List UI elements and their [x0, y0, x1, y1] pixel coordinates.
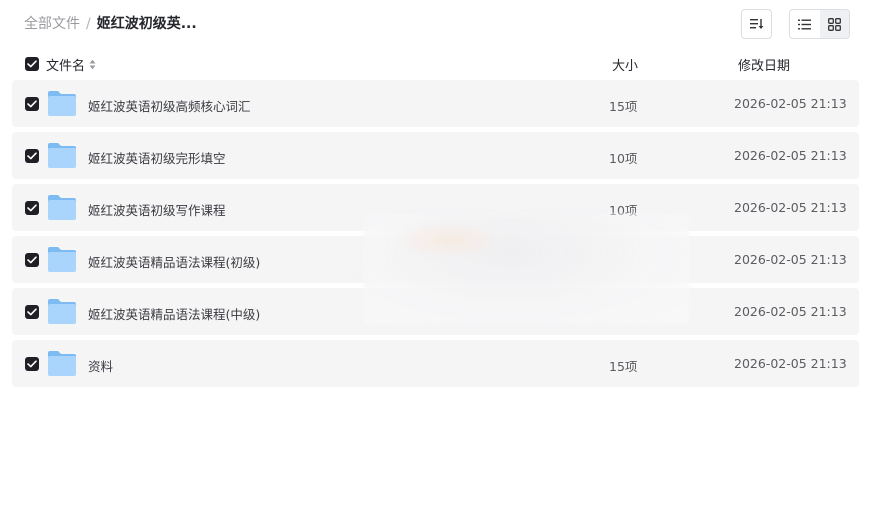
row-checkbox[interactable]	[25, 97, 39, 111]
file-date: 2026-02-05 21:13	[734, 148, 847, 163]
row-checkbox[interactable]	[25, 201, 39, 215]
row-checkbox[interactable]	[25, 149, 39, 163]
checkmark-icon	[27, 60, 37, 68]
file-browser: 全部文件 / 姬红波初级英... 文件名 大小 修改日期 姬红波英语初级高频核心…	[0, 0, 874, 514]
top-bar: 全部文件 / 姬红波初级英...	[0, 0, 874, 48]
checkmark-icon	[27, 256, 37, 264]
folder-icon	[48, 195, 76, 220]
folder-icon	[48, 247, 76, 272]
folder-icon	[48, 91, 76, 116]
table-header: 文件名 大小 修改日期	[12, 52, 859, 76]
file-date: 2026-02-05 21:13	[734, 96, 847, 111]
row-checkbox[interactable]	[25, 357, 39, 371]
file-name[interactable]: 姬红波英语初级完形填空	[88, 148, 226, 167]
blurred-overlay-tint	[393, 220, 503, 260]
grid-view-icon	[827, 17, 841, 31]
checkmark-icon	[27, 100, 37, 108]
folder-icon	[48, 299, 76, 324]
column-header-size[interactable]: 大小	[612, 55, 638, 74]
column-header-name[interactable]: 文件名	[46, 55, 96, 74]
file-name[interactable]: 姬红波英语初级高频核心词汇	[88, 96, 251, 115]
breadcrumb: 全部文件 / 姬红波初级英...	[24, 14, 197, 34]
checkmark-icon	[27, 360, 37, 368]
checkmark-icon	[27, 204, 37, 212]
breadcrumb-current: 姬红波初级英...	[96, 16, 197, 32]
file-size: 15项	[609, 359, 638, 374]
file-date: 2026-02-05 21:13	[734, 200, 847, 215]
select-all-checkbox[interactable]	[25, 57, 39, 71]
view-toggle	[789, 9, 850, 39]
folder-icon	[48, 351, 76, 376]
breadcrumb-separator: /	[86, 16, 91, 32]
checkmark-icon	[27, 152, 37, 160]
file-size: 10项	[609, 151, 638, 166]
row-checkbox[interactable]	[25, 305, 39, 319]
column-header-name-label: 文件名	[46, 59, 86, 74]
file-date: 2026-02-05 21:13	[734, 252, 847, 267]
sort-button[interactable]	[741, 9, 772, 39]
blurred-overlay	[363, 214, 690, 324]
sort-arrows-icon	[89, 59, 96, 70]
file-name[interactable]: 姬红波英语初级写作课程	[88, 200, 226, 219]
file-name[interactable]: 姬红波英语精品语法课程(初级)	[88, 252, 260, 271]
file-date: 2026-02-05 21:13	[734, 304, 847, 319]
file-size: 15项	[609, 99, 638, 114]
folder-icon	[48, 143, 76, 168]
column-header-date[interactable]: 修改日期	[738, 55, 790, 74]
table-row[interactable]: 姬红波英语初级完形填空 10项 2026-02-05 21:13	[12, 132, 859, 179]
grid-view-button[interactable]	[819, 10, 849, 38]
breadcrumb-root-link[interactable]: 全部文件	[24, 14, 80, 34]
sort-lines-icon	[749, 19, 763, 29]
list-view-icon	[798, 19, 812, 29]
row-checkbox[interactable]	[25, 253, 39, 267]
table-row[interactable]: 资料 15项 2026-02-05 21:13	[12, 340, 859, 387]
list-view-button[interactable]	[790, 10, 820, 38]
file-date: 2026-02-05 21:13	[734, 356, 847, 371]
file-name[interactable]: 姬红波英语精品语法课程(中级)	[88, 304, 260, 323]
checkmark-icon	[27, 308, 37, 316]
table-row[interactable]: 姬红波英语初级高频核心词汇 15项 2026-02-05 21:13	[12, 80, 859, 127]
file-name[interactable]: 资料	[88, 356, 113, 375]
